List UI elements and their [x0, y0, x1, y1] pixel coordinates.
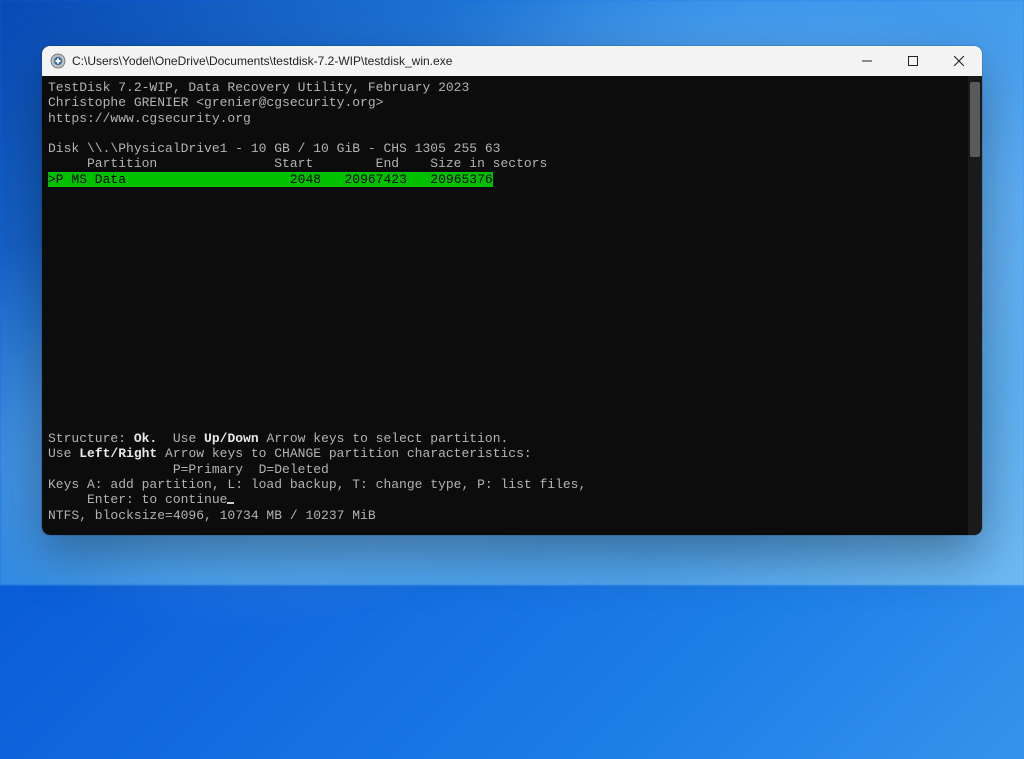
filesystem-info-line: NTFS, blocksize=4096, 10734 MB / 10237 M…	[48, 508, 376, 523]
close-button[interactable]	[936, 46, 982, 76]
terminal-content: TestDisk 7.2-WIP, Data Recovery Utility,…	[48, 80, 962, 523]
minimize-button[interactable]	[844, 46, 890, 76]
scrollbar-vertical[interactable]	[968, 76, 982, 535]
console-window: C:\Users\Yodel\OneDrive\Documents\testdi…	[42, 46, 982, 535]
terminal-area[interactable]: TestDisk 7.2-WIP, Data Recovery Utility,…	[42, 76, 982, 535]
maximize-button[interactable]	[890, 46, 936, 76]
scroll-thumb[interactable]	[970, 82, 980, 157]
disk-info-line: Disk \\.\PhysicalDrive1 - 10 GB / 10 GiB…	[48, 141, 500, 156]
text-cursor	[227, 502, 234, 504]
keys-line: Keys A: add partition, L: load backup, T…	[48, 477, 586, 492]
window-title: C:\Users\Yodel\OneDrive\Documents\testdi…	[72, 54, 844, 68]
url-line: https://www.cgsecurity.org	[48, 111, 251, 126]
legend-line: P=Primary D=Deleted	[48, 462, 329, 477]
app-icon	[50, 53, 66, 69]
terminal-blank-area	[48, 187, 962, 431]
window-controls	[844, 46, 982, 76]
structure-line: Structure: Ok. Use Up/Down Arrow keys to…	[48, 431, 508, 446]
app-banner-line: TestDisk 7.2-WIP, Data Recovery Utility,…	[48, 80, 469, 95]
use-line: Use Left/Right Arrow keys to CHANGE part…	[48, 446, 532, 461]
window-titlebar[interactable]: C:\Users\Yodel\OneDrive\Documents\testdi…	[42, 46, 982, 76]
author-line: Christophe GRENIER <grenier@cgsecurity.o…	[48, 95, 383, 110]
column-header: Partition Start End Size in sectors	[48, 156, 547, 171]
partition-row-selected[interactable]: >P MS Data 2048 20967423 20965376	[48, 172, 493, 187]
enter-line: Enter: to continue	[48, 492, 234, 507]
